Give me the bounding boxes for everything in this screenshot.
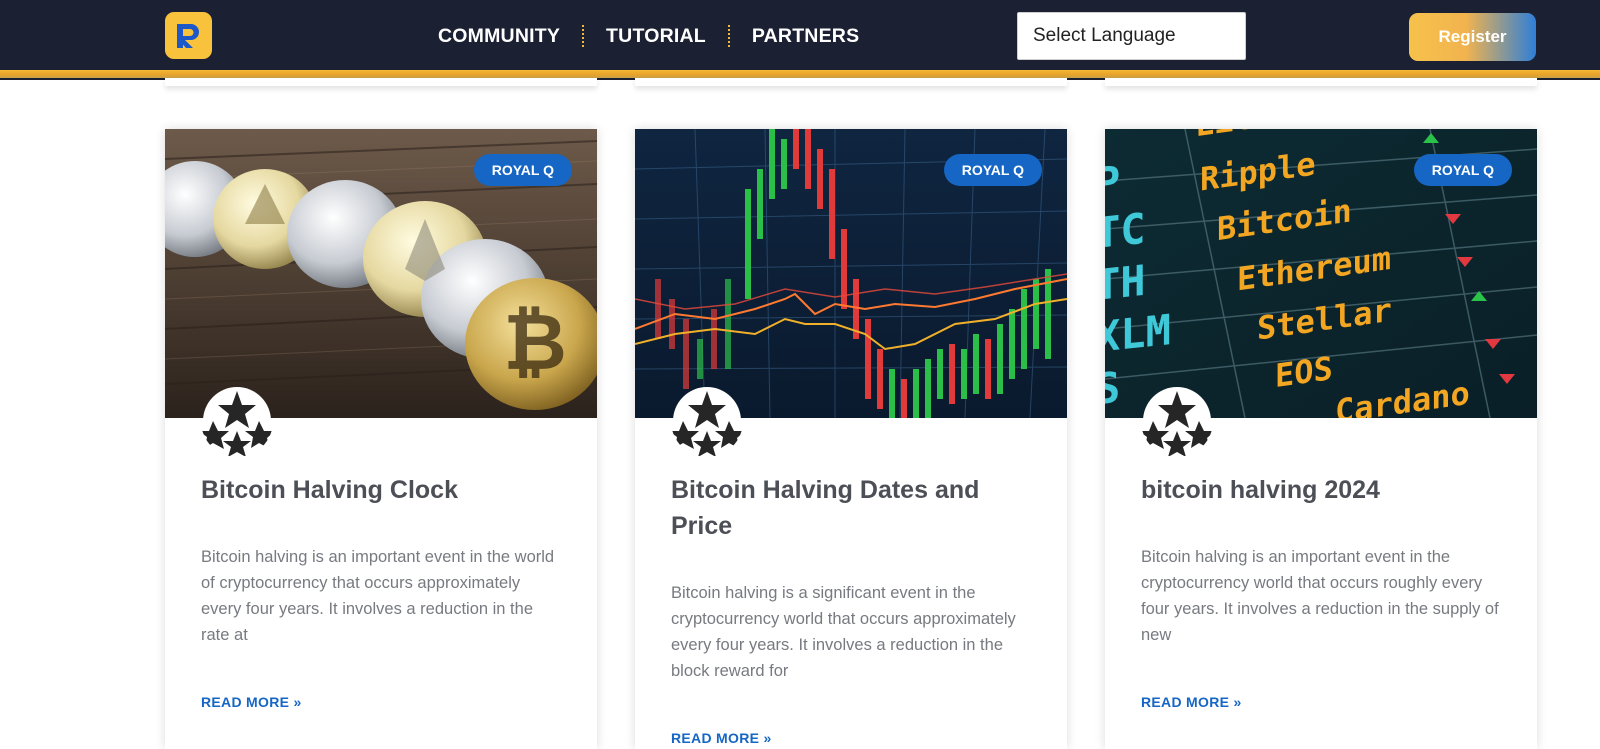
starball-icon xyxy=(1141,387,1213,457)
category-badge[interactable]: ROYAL Q xyxy=(473,154,572,186)
language-select-value: Select Language xyxy=(1033,25,1176,46)
author-avatar xyxy=(1141,385,1213,457)
post-card: ROYAL Q Bitcoin Halving Dates and Price … xyxy=(635,129,1067,749)
post-thumbnail-coins[interactable]: ₿ ROYAL Q xyxy=(165,129,597,418)
nav-separator xyxy=(727,25,730,47)
header-accent-stripe xyxy=(0,70,1600,78)
post-thumbnail-ticker[interactable]: P TC TH XLM S Litecoin Ripple Bitcoin Et… xyxy=(1105,129,1537,418)
read-more-link[interactable]: READ MORE » xyxy=(201,694,302,710)
ticker-left-text: P xyxy=(1105,157,1120,209)
previous-card-edge xyxy=(165,78,597,86)
logo-r-icon xyxy=(176,23,199,48)
nav-separator xyxy=(582,25,585,47)
starball-icon xyxy=(671,387,743,457)
post-excerpt: Bitcoin halving is a significant event i… xyxy=(671,584,1016,680)
post-excerpt: Bitcoin halving is an important event in… xyxy=(1141,548,1499,644)
ticker-left-text: S xyxy=(1105,363,1120,415)
category-badge[interactable]: ROYAL Q xyxy=(943,154,1042,186)
main-nav: COMMUNITY TUTORIAL PARTNERS xyxy=(438,20,859,52)
author-avatar xyxy=(671,385,743,457)
author-avatar xyxy=(201,385,273,457)
ticker-left-text: XLM xyxy=(1105,305,1171,362)
read-more-link[interactable]: READ MORE » xyxy=(1141,694,1242,710)
ticker-left-text: TH xyxy=(1105,256,1146,310)
post-title[interactable]: bitcoin halving 2024 xyxy=(1141,472,1501,508)
nav-tutorial[interactable]: TUTORIAL xyxy=(606,25,706,48)
post-title[interactable]: Bitcoin Halving Clock xyxy=(201,472,561,508)
read-more-link[interactable]: READ MORE » xyxy=(671,730,772,746)
nav-community[interactable]: COMMUNITY xyxy=(438,25,560,48)
post-thumbnail-chart[interactable]: ROYAL Q xyxy=(635,129,1067,418)
post-title[interactable]: Bitcoin Halving Dates and Price xyxy=(671,472,1031,544)
register-button[interactable]: Register xyxy=(1409,13,1536,61)
post-card: P TC TH XLM S Litecoin Ripple Bitcoin Et… xyxy=(1105,129,1537,749)
previous-card-edge xyxy=(635,78,1067,86)
category-badge[interactable]: ROYAL Q xyxy=(1413,154,1512,186)
ticker-left-text: TC xyxy=(1105,204,1146,258)
site-header: COMMUNITY TUTORIAL PARTNERS Select Langu… xyxy=(0,0,1600,80)
nav-partners[interactable]: PARTNERS xyxy=(752,25,859,48)
post-excerpt: Bitcoin halving is an important event in… xyxy=(201,548,555,644)
site-logo[interactable] xyxy=(165,12,212,59)
language-select[interactable]: Select Language xyxy=(1017,12,1246,60)
previous-card-edge xyxy=(1105,78,1537,86)
post-card: ₿ ROYAL Q Bitcoin Halving Clock Bitcoin … xyxy=(165,129,597,749)
svg-text:₿: ₿ xyxy=(503,298,567,388)
starball-icon xyxy=(201,387,273,457)
